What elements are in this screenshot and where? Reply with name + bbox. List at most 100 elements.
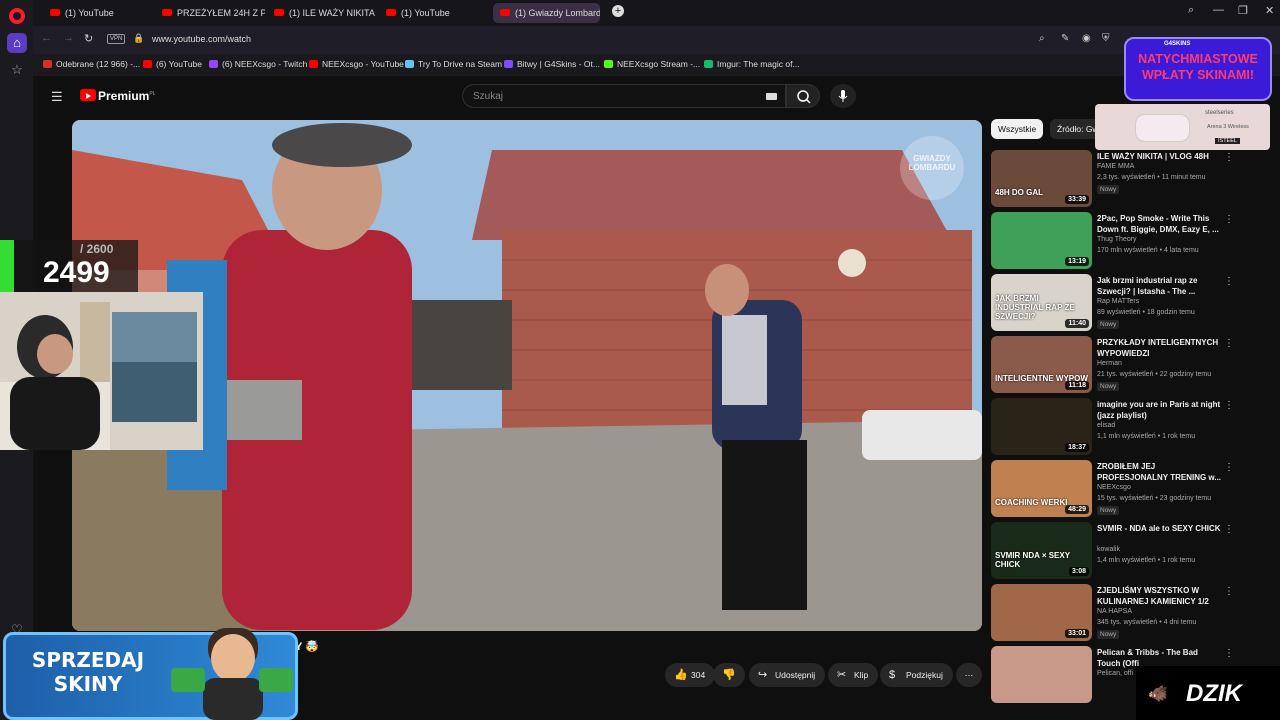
recommendation-card[interactable]: 18:37 imagine you are in Paris at night (…	[991, 398, 1276, 458]
recommendation-card[interactable]: INTELIGENTNE WYPOW 11:18 PRZYKŁADY INTELIG…	[991, 336, 1276, 396]
back-icon[interactable]: ←	[41, 32, 52, 44]
address-bar: ← → ↻ VPN 🔒 www.youtube.com/watch ⌕ ✎ ◉ …	[33, 26, 1280, 54]
recommendation-title[interactable]: PRZYKŁADY INTELIGENTNYCH WYPOWIEDZI	[1097, 337, 1221, 359]
share-button[interactable]: ↪ Udostępnij	[749, 663, 826, 687]
recommendation-title[interactable]: ZROBIŁEM JEJ PROFESJONALNY TRENING w...	[1097, 461, 1221, 483]
maximize-icon[interactable]: ❐	[1238, 4, 1248, 17]
mic-button[interactable]	[830, 84, 856, 108]
bookmark-neex-youtube[interactable]: NEEXcsgo - YouTube	[309, 59, 404, 69]
recommendation-channel[interactable]: Rap MATTers	[1097, 298, 1139, 305]
search-input[interactable]: Szukaj	[462, 84, 786, 108]
more-options-icon[interactable]: ⋮	[1224, 586, 1234, 597]
opera-logo-icon[interactable]	[9, 8, 25, 24]
more-options-icon[interactable]: ⋮	[1224, 400, 1234, 411]
thumbnail-text: JAK BRZMI INDUSTRIAL RAP ZE SZWECJI?	[995, 294, 1075, 321]
recommendation-thumbnail[interactable]: 18:37	[991, 398, 1092, 455]
recommendation-channel[interactable]: elisad	[1097, 422, 1115, 429]
recommendation-channel[interactable]: kowalik	[1097, 546, 1120, 553]
star-icon[interactable]: ☆	[7, 60, 27, 80]
recommendation-card[interactable]: COACHING WERKI 48:29 ZROBIŁEM JEJ PROFESJO…	[991, 460, 1276, 520]
recommendation-thumbnail[interactable]: 33:01	[991, 584, 1092, 641]
camera-icon[interactable]: ◉	[1082, 33, 1091, 44]
recommendation-thumbnail[interactable]: 48H DO GAL 33:39	[991, 150, 1092, 207]
close-icon[interactable]: ✕	[1265, 4, 1274, 17]
bookmark-g4skins[interactable]: Bitwy | G4Skins - Ot...	[504, 59, 600, 69]
new-tab-button[interactable]: +	[612, 5, 624, 17]
thanks-button[interactable]: $ Podziękuj	[880, 663, 953, 687]
home-icon[interactable]: ⌂	[7, 33, 27, 53]
more-options-icon[interactable]: ⋮	[1224, 276, 1234, 287]
recommendation-card[interactable]: JAK BRZMI INDUSTRIAL RAP ZE SZWECJI? 11:4…	[991, 274, 1276, 334]
search-tabs-icon[interactable]: ⌕	[1188, 4, 1194, 17]
dislike-button[interactable]: 👎	[713, 663, 745, 687]
more-options-icon[interactable]: ⋮	[1224, 338, 1234, 349]
more-options-icon[interactable]: ⋮	[1224, 524, 1234, 535]
recommendation-title[interactable]: ZJEDLIŚMY WSZYSTKO W KULINARNEJ KAMIENIC…	[1097, 585, 1221, 607]
chip-all[interactable]: Wszystkie	[991, 119, 1044, 139]
youtube-logo-icon[interactable]	[80, 89, 96, 101]
recommendation-channel[interactable]: Pelican, offi	[1097, 670, 1133, 677]
bookmark-steam[interactable]: Try To Drive na Steam	[405, 59, 502, 69]
recommendation-title[interactable]: Jak brzmi industrial rap ze Szwecji? | I…	[1097, 275, 1221, 297]
duration-badge: 13:19	[1065, 257, 1089, 266]
tab-przezylem[interactable]: PRZEŻYŁEM 24H Z POLICJ	[155, 3, 265, 23]
bookmark-gmail[interactable]: Odebrane (12 966) -...	[43, 59, 140, 69]
recommendation-thumbnail[interactable]: COACHING WERKI 48:29	[991, 460, 1092, 517]
search-icon[interactable]: ⌕	[1039, 33, 1045, 44]
natych-line1: NATYCHMIASTOWE	[1138, 52, 1258, 66]
imgur-icon	[704, 60, 713, 68]
tab-gwiazdy-lombardu[interactable]: (1) Gwiazdy Lombardu: G	[493, 3, 600, 23]
headset-icon	[1135, 114, 1190, 142]
recommendation-thumbnail[interactable]: 13:19	[991, 212, 1092, 269]
recommendation-title[interactable]: ILE WAŻY NIKITA | VLOG 48H	[1097, 151, 1221, 162]
recommendation-card[interactable]: 33:01 ZJEDLIŚMY WSZYSTKO W KULINARNEJ KAM…	[991, 584, 1276, 644]
more-options-icon[interactable]: ⋮	[1224, 648, 1234, 659]
bookmark-twitch[interactable]: (6) NEEXcsgo - Twitch	[209, 59, 307, 69]
menu-icon[interactable]: ☰	[51, 89, 63, 105]
edit-icon[interactable]: ✎	[1061, 33, 1069, 44]
vpn-badge[interactable]: VPN	[107, 34, 126, 44]
minimize-icon[interactable]: —	[1213, 4, 1224, 16]
recommendation-thumbnail[interactable]	[991, 646, 1092, 703]
recommendation-channel[interactable]: NEEXcsgo	[1097, 484, 1131, 491]
forward-icon[interactable]: →	[63, 32, 74, 44]
youtube-icon	[386, 9, 396, 16]
shield-icon[interactable]: ⛨	[1102, 33, 1110, 44]
url-field[interactable]: www.youtube.com/watch	[152, 34, 251, 44]
recommendation-card[interactable]: SVMIR NDA × SEXY CHICK 3:08 SVMIR - NDA al…	[991, 522, 1276, 582]
recommendation-thumbnail[interactable]: JAK BRZMI INDUSTRIAL RAP ZE SZWECJI? 11:4…	[991, 274, 1092, 331]
recommendation-meta: 345 tys. wyświetleń • 4 dni temu	[1097, 619, 1197, 626]
like-button[interactable]: 👍 304	[665, 663, 716, 687]
bookmark-kick[interactable]: NEEXcsgo Stream -...	[604, 59, 700, 69]
recommendation-thumbnail[interactable]: INTELIGENTNE WYPOW 11:18	[991, 336, 1092, 393]
keyboard-icon[interactable]	[766, 93, 777, 100]
recommendation-title[interactable]: 2Pac, Pop Smoke - Write This Down ft. Bi…	[1097, 213, 1221, 235]
recommendation-channel[interactable]: Herman	[1097, 360, 1122, 367]
bookmarks-bar: Odebrane (12 966) -... (6) YouTube (6) N…	[33, 54, 1280, 76]
search-button[interactable]	[786, 84, 820, 108]
recommendation-card[interactable]: 48H DO GAL 33:39 ILE WAŻY NIKITA | VLOG 48…	[991, 150, 1276, 210]
clip-button[interactable]: ✂ Klip	[828, 663, 879, 687]
more-options-icon[interactable]: ⋮	[1224, 462, 1234, 473]
recommendation-channel[interactable]: NA HAPSA	[1097, 608, 1132, 615]
bookmark-youtube[interactable]: (6) YouTube	[143, 59, 202, 69]
more-options-icon[interactable]: ⋮	[1224, 152, 1234, 163]
bookmark-imgur[interactable]: Imgur: The magic of...	[704, 59, 800, 69]
recommendation-channel[interactable]: FAME MMA	[1097, 163, 1134, 170]
new-badge: Nowy	[1097, 185, 1120, 194]
recommendation-card[interactable]: 13:19 2Pac, Pop Smoke - Write This Down f…	[991, 212, 1276, 272]
recommendation-title[interactable]: imagine you are in Paris at night (jazz …	[1097, 399, 1221, 421]
tab-youtube-2[interactable]: (1) YouTube	[379, 3, 489, 23]
more-options-icon[interactable]: ⋮	[1224, 214, 1234, 225]
recommendation-thumbnail[interactable]: SVMIR NDA × SEXY CHICK 3:08	[991, 522, 1092, 579]
tab-youtube-1[interactable]: (1) YouTube	[43, 3, 151, 23]
youtube-brand[interactable]: PremiumPL	[98, 89, 155, 103]
more-icon: ⋯	[964, 670, 974, 680]
reload-icon[interactable]: ↻	[84, 32, 93, 45]
tab-ile-wazy[interactable]: (1) ILE WAŻY NIKITA | VLO	[267, 3, 377, 23]
video-player[interactable]: GWIAZDY LOMBARDU	[72, 120, 982, 631]
recommendation-meta: 2,3 tys. wyświetleń • 11 minut temu	[1097, 174, 1206, 181]
recommendation-channel[interactable]: Thug Theory	[1097, 236, 1137, 243]
recommendation-title[interactable]: SVMIR - NDA ale to SEXY CHICK	[1097, 523, 1221, 534]
more-actions-button[interactable]: ⋯	[956, 663, 982, 687]
